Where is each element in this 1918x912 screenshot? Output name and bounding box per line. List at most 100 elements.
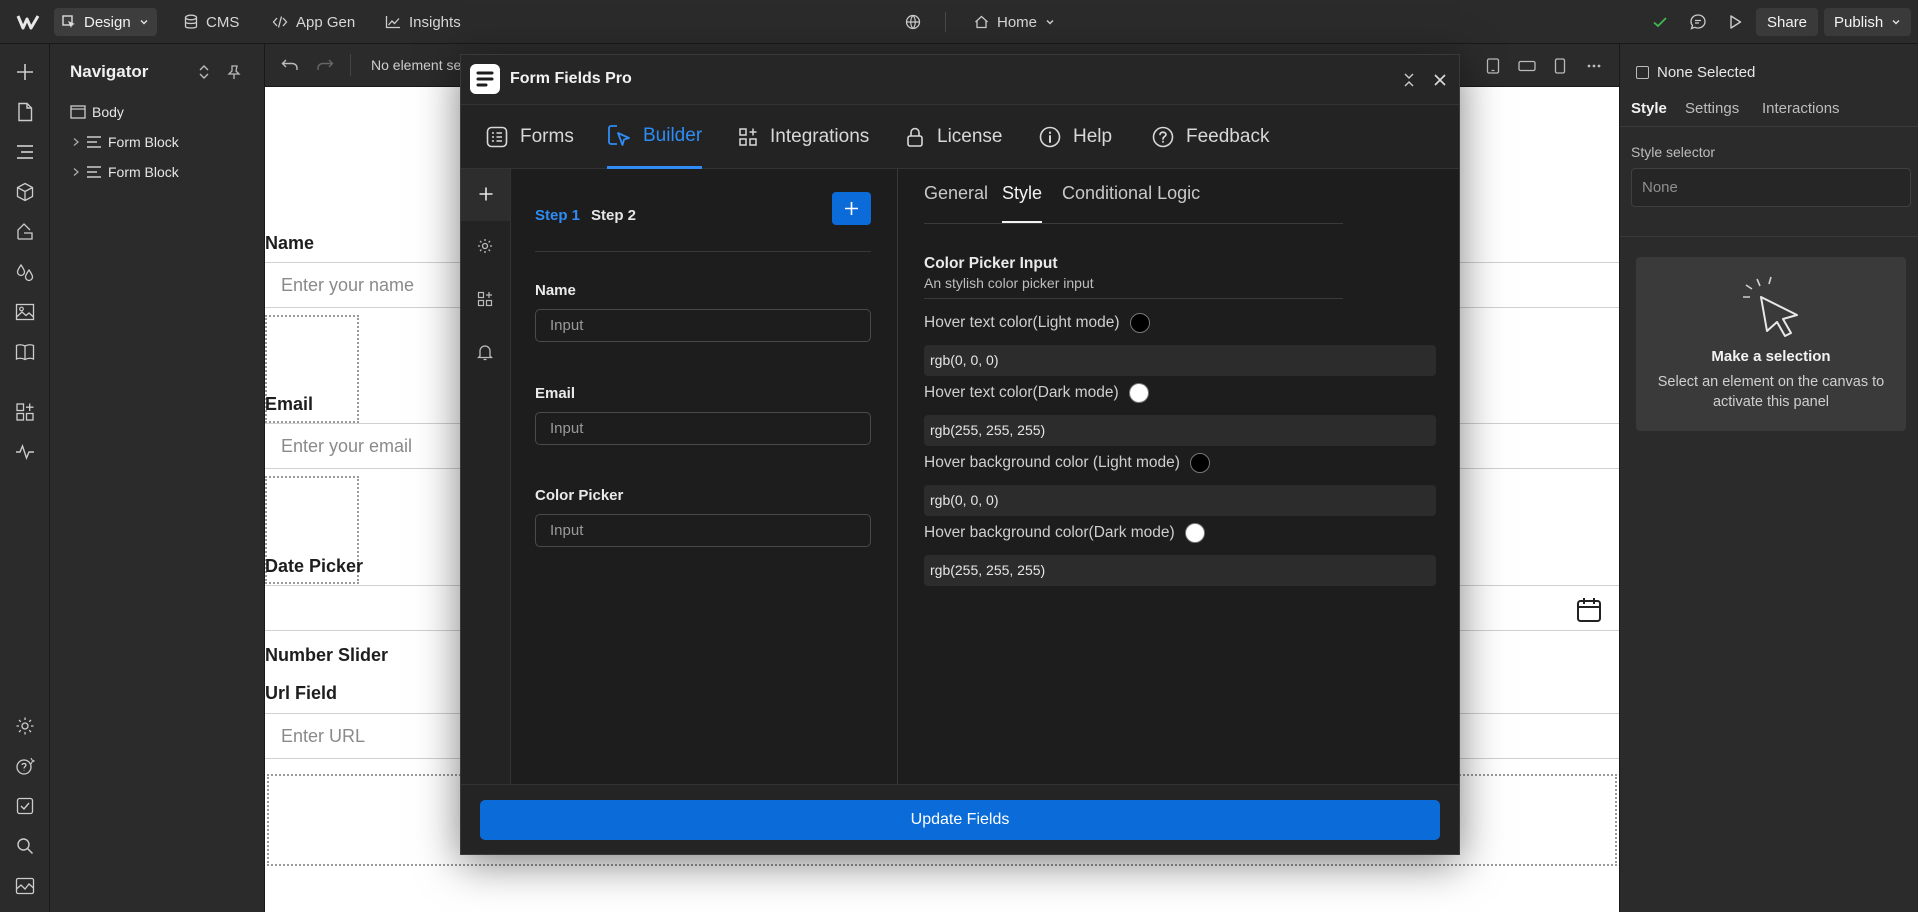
add-icon[interactable] bbox=[12, 59, 38, 85]
color-swatch[interactable] bbox=[1128, 383, 1149, 403]
add-step-button[interactable] bbox=[832, 192, 871, 225]
tab-builder[interactable]: Builder bbox=[607, 105, 703, 169]
app-gen-button[interactable]: App Gen bbox=[264, 8, 363, 36]
assets-image-icon[interactable] bbox=[12, 299, 38, 325]
audit-check-icon[interactable] bbox=[12, 793, 38, 819]
color-swatch[interactable] bbox=[1189, 453, 1210, 473]
cms-button[interactable]: CMS bbox=[176, 8, 247, 36]
nav-item-form-block[interactable]: Form Block bbox=[72, 130, 179, 154]
components-icon[interactable] bbox=[12, 179, 38, 205]
tab-general[interactable]: General bbox=[924, 169, 988, 223]
empty-state-title: Make a selection bbox=[1711, 348, 1831, 365]
collapse-icon[interactable] bbox=[1402, 72, 1416, 88]
tab-forms[interactable]: Forms bbox=[486, 105, 574, 169]
navigator-icon[interactable] bbox=[12, 139, 38, 165]
divider bbox=[535, 251, 871, 252]
page-selector[interactable]: Home bbox=[966, 8, 1063, 36]
top-bar: Design CMS App Gen Insights Home Share P… bbox=[0, 0, 1918, 44]
property-label: Hover text color(Dark mode) bbox=[924, 384, 1119, 401]
add-field-button[interactable] bbox=[461, 169, 510, 221]
cms-label: CMS bbox=[206, 13, 240, 31]
calendar-icon[interactable] bbox=[1575, 596, 1603, 624]
step-2-tab[interactable]: Step 2 bbox=[591, 207, 636, 224]
form-block-icon bbox=[87, 136, 101, 148]
pin-icon[interactable] bbox=[227, 64, 241, 80]
nav-item-form-block[interactable]: Form Block bbox=[72, 160, 179, 184]
field-color-picker-label: Color Picker bbox=[535, 487, 624, 504]
tab-label: Builder bbox=[643, 124, 703, 146]
selection-status: No element se bbox=[371, 57, 462, 73]
modal-nav: Forms Builder Integrations License Help … bbox=[461, 105, 1459, 169]
canvas-slider-label: Number Slider bbox=[265, 645, 389, 665]
app-logo-icon bbox=[470, 64, 500, 94]
chevron-right-icon bbox=[73, 168, 79, 176]
book-icon[interactable] bbox=[12, 339, 38, 365]
settings-gear-icon[interactable] bbox=[12, 713, 38, 739]
comments-icon[interactable] bbox=[1681, 8, 1715, 36]
color-swatch[interactable] bbox=[1129, 313, 1150, 333]
tab-settings[interactable]: Settings bbox=[1685, 100, 1739, 117]
step-1-tab[interactable]: Step 1 bbox=[535, 207, 580, 224]
expand-collapse-icon[interactable] bbox=[197, 64, 211, 80]
tab-integrations[interactable]: Integrations bbox=[738, 105, 869, 169]
field-name-input[interactable]: Input bbox=[535, 309, 871, 342]
search-icon[interactable] bbox=[12, 833, 38, 859]
pages-icon[interactable] bbox=[12, 99, 38, 125]
help-wand-icon[interactable] bbox=[12, 753, 38, 779]
update-fields-button[interactable]: Update Fields bbox=[480, 800, 1440, 840]
chevron-down-icon bbox=[1892, 19, 1900, 25]
webflow-logo-icon[interactable] bbox=[8, 8, 50, 36]
tab-interactions[interactable]: Interactions bbox=[1762, 100, 1840, 117]
preview-play-icon[interactable] bbox=[1719, 8, 1751, 36]
tab-feedback[interactable]: Feedback bbox=[1152, 105, 1269, 169]
nav-item-body[interactable]: Body bbox=[70, 100, 124, 124]
property-value-input[interactable]: rgb(255, 255, 255) bbox=[924, 415, 1436, 446]
insights-button[interactable]: Insights bbox=[377, 8, 469, 36]
chart-line-icon bbox=[385, 16, 400, 29]
style-selector-input[interactable]: None bbox=[1631, 168, 1911, 207]
tab-style[interactable]: Style bbox=[1002, 169, 1043, 223]
apps-icon[interactable] bbox=[12, 399, 38, 425]
tab-license[interactable]: License bbox=[905, 105, 1003, 169]
property-value-input[interactable]: rgb(0, 0, 0) bbox=[924, 345, 1436, 376]
publish-button[interactable]: Publish bbox=[1824, 8, 1912, 36]
plus-icon bbox=[845, 202, 858, 215]
property-value-input[interactable]: rgb(0, 0, 0) bbox=[924, 485, 1436, 516]
more-icon[interactable] bbox=[1587, 64, 1601, 68]
tab-label: Integrations bbox=[770, 126, 870, 147]
mobile-portrait-icon[interactable] bbox=[1554, 58, 1566, 74]
checkbox-icon[interactable] bbox=[1636, 66, 1649, 79]
tab-style[interactable]: Style bbox=[1631, 100, 1667, 117]
toolbar-divider bbox=[350, 54, 351, 76]
style-guide-icon[interactable] bbox=[12, 219, 38, 245]
map-icon[interactable] bbox=[12, 873, 38, 899]
undo-icon[interactable] bbox=[281, 58, 299, 72]
nav-item-label: Form Block bbox=[108, 134, 179, 150]
info-icon bbox=[1039, 126, 1061, 148]
tablet-view-icon[interactable] bbox=[1486, 58, 1500, 74]
field-color-picker-input[interactable]: Input bbox=[535, 514, 871, 547]
cursor-icon bbox=[62, 15, 75, 28]
share-button[interactable]: Share bbox=[1756, 8, 1819, 36]
cursor-click-icon bbox=[1737, 269, 1807, 339]
integrations-icon[interactable] bbox=[477, 291, 493, 307]
field-email-input[interactable]: Input bbox=[535, 412, 871, 445]
redo-icon[interactable] bbox=[316, 58, 334, 72]
tab-help[interactable]: Help bbox=[1039, 105, 1112, 169]
close-icon[interactable] bbox=[1433, 73, 1447, 87]
chevron-right-icon bbox=[73, 138, 79, 146]
property-hover-text-light: Hover text color(Light mode) bbox=[924, 313, 1150, 333]
globe-icon[interactable] bbox=[897, 8, 929, 36]
none-selected-row[interactable]: None Selected bbox=[1636, 64, 1755, 81]
color-swatch[interactable] bbox=[1184, 523, 1205, 543]
modal-title: Form Fields Pro bbox=[510, 70, 632, 87]
property-value-input[interactable]: rgb(255, 255, 255) bbox=[924, 555, 1436, 586]
activity-icon[interactable] bbox=[12, 439, 38, 465]
tab-label: Forms bbox=[520, 126, 574, 147]
design-mode-button[interactable]: Design bbox=[54, 8, 157, 36]
variables-drops-icon[interactable] bbox=[12, 259, 38, 285]
bell-icon[interactable] bbox=[477, 343, 493, 361]
mobile-landscape-icon[interactable] bbox=[1518, 59, 1536, 73]
tab-conditional-logic[interactable]: Conditional Logic bbox=[1062, 169, 1200, 223]
settings-gear-icon[interactable] bbox=[477, 238, 493, 254]
